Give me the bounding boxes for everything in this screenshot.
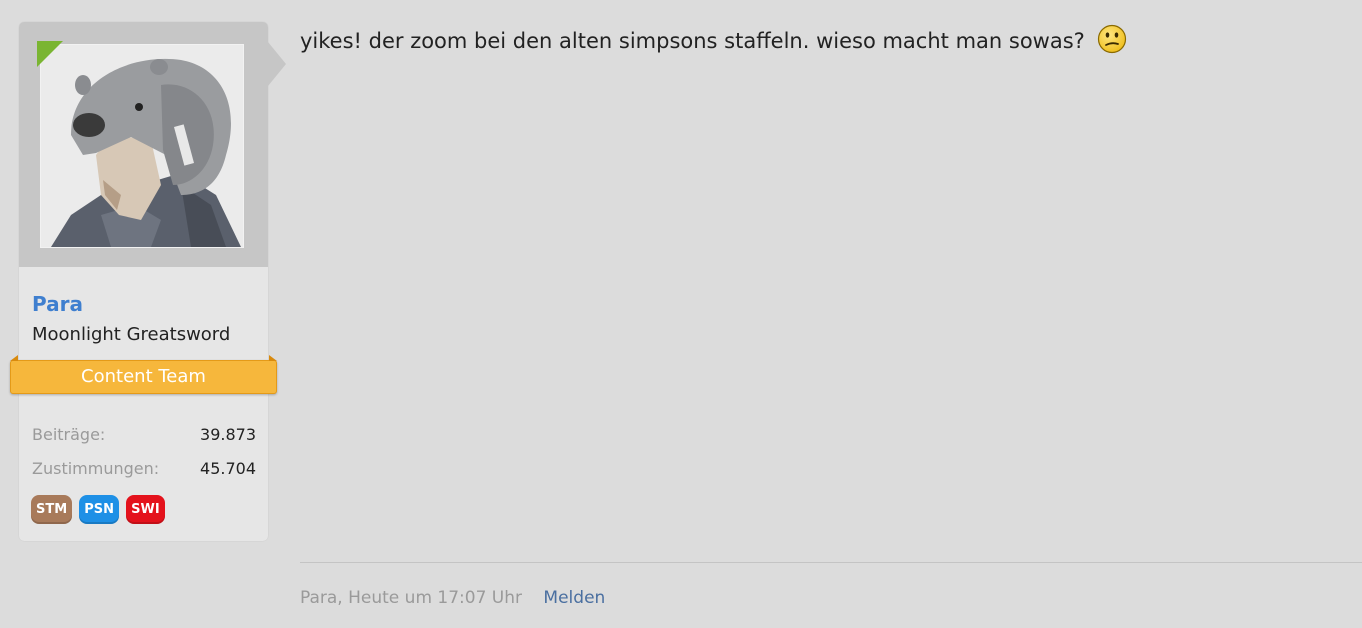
user-title: Moonlight Greatsword [32, 324, 231, 345]
badge-stm[interactable]: STM [31, 495, 73, 524]
stat-posts: Beiträge: 39.873 [32, 425, 256, 447]
report-link[interactable]: Melden [543, 588, 605, 608]
banner-fold-right [269, 355, 277, 361]
confused-smiley-icon [1098, 24, 1127, 54]
avatar-container [19, 22, 286, 267]
forum-post: Para Moonlight Greatsword Content Team B… [0, 0, 1362, 628]
stat-likes: Zustimmungen: 45.704 [32, 459, 256, 481]
banner-label: Content Team [81, 366, 206, 387]
message-text: yikes! der zoom bei den alten simpsons s… [300, 29, 1085, 53]
username-link[interactable]: Para [32, 292, 83, 316]
stat-posts-value[interactable]: 39.873 [200, 425, 256, 444]
post-divider [300, 562, 1362, 563]
message-body: yikes! der zoom bei den alten simpsons s… [300, 24, 1127, 57]
user-card: Para Moonlight Greatsword Content Team B… [10, 22, 286, 541]
stat-posts-label: Beiträge: [32, 425, 106, 444]
avatar-image [41, 45, 243, 247]
user-banner: Content Team [10, 355, 277, 394]
card-pointer [268, 42, 286, 86]
badge-swi[interactable]: SWI [126, 495, 165, 524]
stat-likes-value: 45.704 [200, 459, 256, 478]
platform-badges: STM PSN SWI [31, 495, 167, 525]
post-meta: Para, Heute um 17:07 Uhr Melden [300, 588, 605, 608]
banner-fold-left [10, 355, 18, 361]
post-author-time[interactable]: Para, Heute um 17:07 Uhr [300, 588, 522, 608]
avatar[interactable] [40, 44, 244, 248]
badge-psn[interactable]: PSN [79, 495, 120, 524]
online-indicator [37, 41, 63, 67]
stat-likes-label: Zustimmungen: [32, 459, 160, 478]
